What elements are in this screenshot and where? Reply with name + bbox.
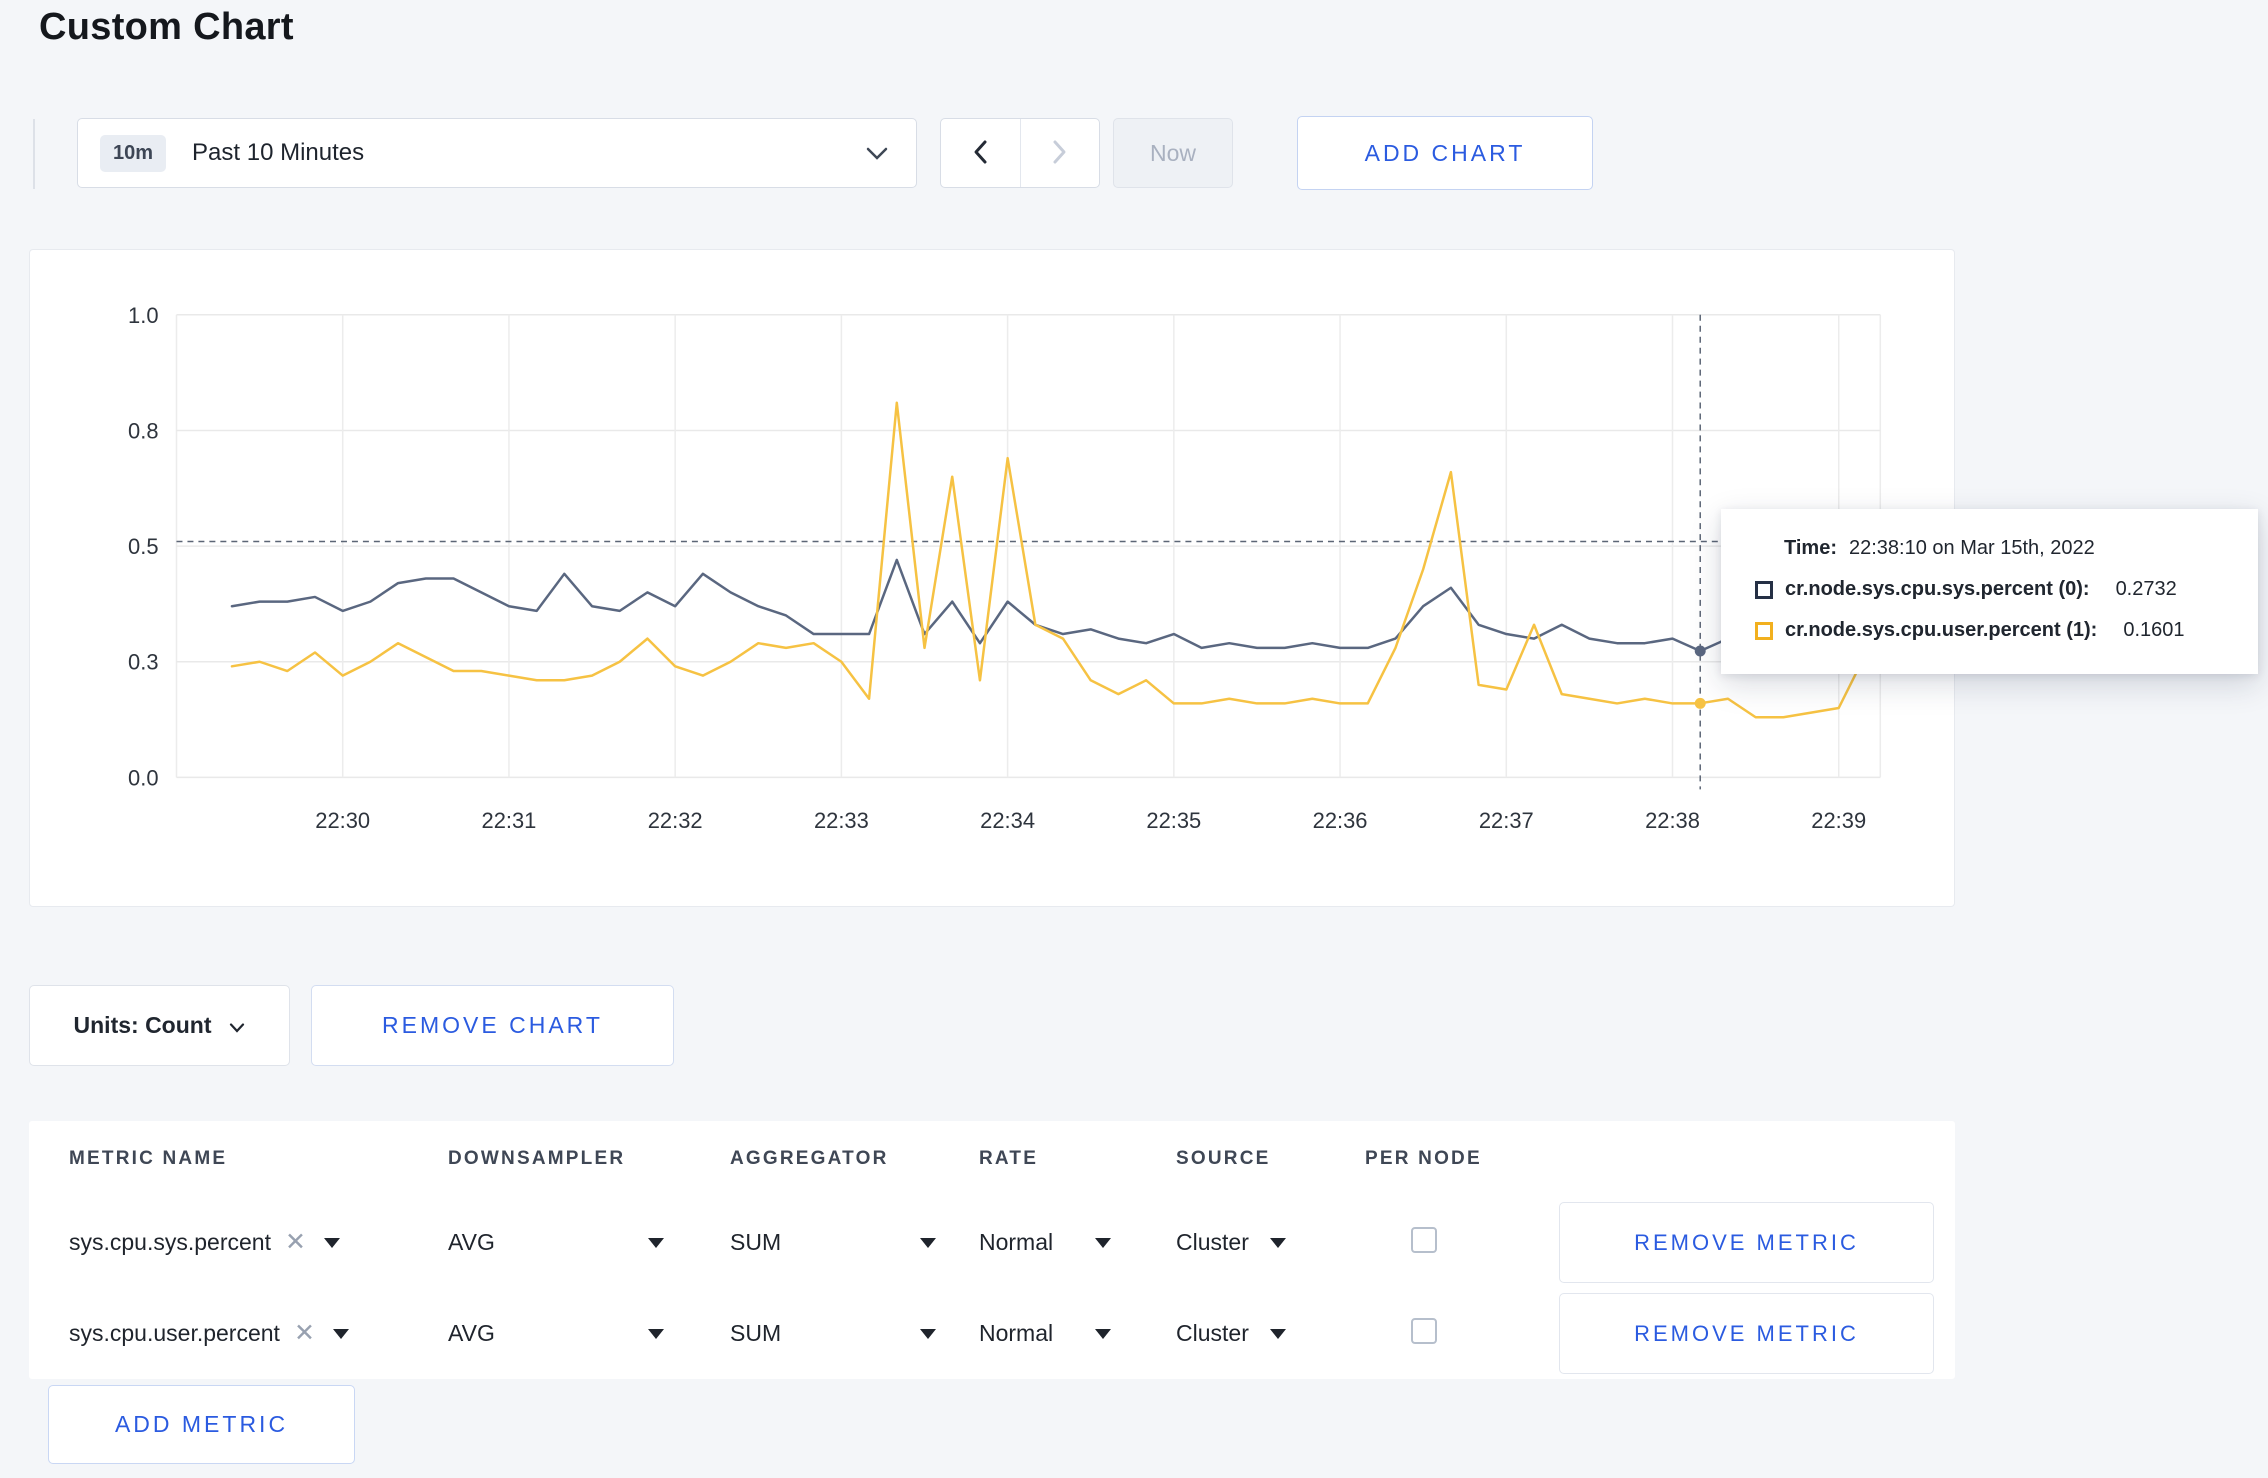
clear-metric-icon[interactable]: ✕	[294, 1321, 315, 1346]
svg-text:22:39: 22:39	[1811, 808, 1866, 833]
svg-text:0.5: 0.5	[128, 534, 158, 559]
metric-name-select[interactable]: sys.cpu.sys.percent ✕	[69, 1229, 448, 1256]
source-value: Cluster	[1176, 1320, 1249, 1346]
tooltip-time: Time: 22:38:10 on Mar 15th, 2022	[1755, 537, 2230, 560]
page-title: Custom Chart	[39, 6, 294, 48]
series-sys-swatch-icon	[1755, 580, 1773, 599]
metric-name-select[interactable]: sys.cpu.user.percent ✕	[69, 1320, 448, 1347]
svg-text:22:32: 22:32	[648, 808, 703, 833]
downsampler-value: AVG	[448, 1229, 495, 1255]
metrics-table-header: METRIC NAME DOWNSAMPLER AGGREGATOR RATE …	[29, 1121, 1955, 1197]
svg-text:22:38: 22:38	[1645, 808, 1700, 833]
chart-tooltip: Time: 22:38:10 on Mar 15th, 2022 cr.node.…	[1721, 509, 2258, 674]
rate-value: Normal	[979, 1229, 1054, 1255]
chart-panel: 0.0 0.3 0.5 0.8 1.0 22:30 22:31 22:32 22:33 22:34…	[29, 249, 1955, 907]
caret-down-icon	[1095, 1328, 1111, 1339]
caret-down-icon	[1270, 1237, 1286, 1248]
downsampler-select[interactable]: AVG	[448, 1320, 664, 1347]
chevron-down-icon	[866, 147, 888, 166]
caret-down-icon	[648, 1328, 664, 1339]
header-aggregator: AGGREGATOR	[730, 1148, 889, 1169]
toolbar-divider	[33, 119, 35, 189]
svg-text:22:30: 22:30	[315, 808, 370, 833]
clear-metric-icon[interactable]: ✕	[285, 1230, 306, 1255]
svg-text:22:36: 22:36	[1313, 808, 1368, 833]
next-time-button[interactable]	[1019, 119, 1100, 187]
tooltip-series-value: 0.1601	[2123, 619, 2185, 641]
metric-name-value: sys.cpu.user.percent	[69, 1320, 280, 1346]
metric-row: sys.cpu.sys.percent ✕ AVG SUM Normal Clu…	[29, 1197, 1955, 1288]
aggregator-select[interactable]: SUM	[730, 1229, 936, 1256]
downsampler-select[interactable]: AVG	[448, 1229, 664, 1256]
rate-value: Normal	[979, 1320, 1054, 1346]
header-metric-name: METRIC NAME	[69, 1148, 228, 1169]
caret-down-icon	[323, 1237, 340, 1248]
caret-down-icon	[332, 1328, 349, 1339]
chart-controls: Units: Count REMOVE CHART	[29, 985, 674, 1066]
aggregator-value: SUM	[730, 1320, 782, 1346]
caret-down-icon	[1095, 1237, 1111, 1248]
source-select[interactable]: Cluster	[1176, 1229, 1286, 1256]
svg-text:0.0: 0.0	[128, 765, 158, 790]
time-range-badge: 10m	[100, 134, 167, 172]
caret-down-icon	[648, 1237, 664, 1248]
header-downsampler: DOWNSAMPLER	[448, 1148, 626, 1169]
rate-select[interactable]: Normal	[979, 1229, 1111, 1256]
aggregator-select[interactable]: SUM	[730, 1320, 936, 1347]
header-rate: RATE	[979, 1148, 1039, 1169]
caret-down-icon	[1270, 1328, 1286, 1339]
tooltip-series-label: cr.node.sys.cpu.user.percent (1):	[1785, 619, 2098, 641]
svg-text:1.0: 1.0	[128, 303, 158, 328]
per-node-checkbox[interactable]	[1411, 1318, 1437, 1344]
caret-down-icon	[920, 1237, 936, 1248]
tooltip-time-value: 22:38:10 on Mar 15th, 2022	[1848, 537, 2095, 559]
tooltip-series-row: cr.node.sys.cpu.user.percent (1): 0.1601	[1755, 619, 2230, 642]
time-range-label: Past 10 Minutes	[192, 139, 365, 166]
source-value: Cluster	[1176, 1229, 1249, 1255]
units-dropdown[interactable]: Units: Count	[29, 985, 290, 1066]
header-source: SOURCE	[1176, 1148, 1271, 1169]
svg-text:22:34: 22:34	[980, 808, 1035, 833]
custom-chart-page: Custom Chart 10m Past 10 Minutes Now ADD…	[0, 0, 2268, 1478]
series-user-swatch-icon	[1755, 621, 1773, 640]
toolbar: 10m Past 10 Minutes Now ADD CHART	[0, 116, 2268, 194]
svg-text:0.3: 0.3	[128, 650, 158, 675]
source-select[interactable]: Cluster	[1176, 1320, 1286, 1347]
rate-select[interactable]: Normal	[979, 1320, 1111, 1347]
tooltip-series-value: 0.2732	[2115, 578, 2177, 600]
svg-text:22:37: 22:37	[1479, 808, 1534, 833]
chevron-down-icon	[229, 1012, 245, 1039]
remove-metric-button[interactable]: REMOVE METRIC	[1559, 1293, 1934, 1374]
now-button[interactable]: Now	[1113, 118, 1233, 188]
tooltip-series-label: cr.node.sys.cpu.sys.percent (0):	[1785, 578, 2090, 600]
prev-time-button[interactable]	[941, 119, 1020, 187]
metric-row: sys.cpu.user.percent ✕ AVG SUM Normal Cl…	[29, 1288, 1955, 1379]
remove-metric-button[interactable]: REMOVE METRIC	[1559, 1202, 1934, 1283]
per-node-checkbox[interactable]	[1411, 1227, 1437, 1253]
time-range-dropdown[interactable]: 10m Past 10 Minutes	[77, 118, 917, 188]
add-chart-button[interactable]: ADD CHART	[1297, 116, 1593, 190]
metrics-table: METRIC NAME DOWNSAMPLER AGGREGATOR RATE …	[29, 1121, 1955, 1379]
svg-text:22:31: 22:31	[482, 808, 537, 833]
tooltip-series-row: cr.node.sys.cpu.sys.percent (0): 0.2732	[1755, 578, 2230, 601]
svg-text:22:35: 22:35	[1146, 808, 1201, 833]
tooltip-time-label: Time:	[1784, 537, 1837, 559]
time-step-group	[940, 118, 1100, 188]
units-label: Units: Count	[73, 1012, 212, 1038]
add-metric-button[interactable]: ADD METRIC	[48, 1385, 355, 1464]
svg-text:22:33: 22:33	[814, 808, 869, 833]
remove-chart-button[interactable]: REMOVE CHART	[311, 985, 674, 1066]
metric-name-value: sys.cpu.sys.percent	[69, 1229, 271, 1255]
header-per-node: PER NODE	[1365, 1148, 1482, 1169]
downsampler-value: AVG	[448, 1320, 495, 1346]
chevron-right-icon	[1052, 139, 1068, 168]
caret-down-icon	[920, 1328, 936, 1339]
chevron-left-icon	[972, 139, 988, 168]
aggregator-value: SUM	[730, 1229, 782, 1255]
line-chart[interactable]: 0.0 0.3 0.5 0.8 1.0 22:30 22:31 22:32 22:33 22:34…	[30, 250, 1954, 906]
svg-text:0.8: 0.8	[128, 418, 158, 443]
